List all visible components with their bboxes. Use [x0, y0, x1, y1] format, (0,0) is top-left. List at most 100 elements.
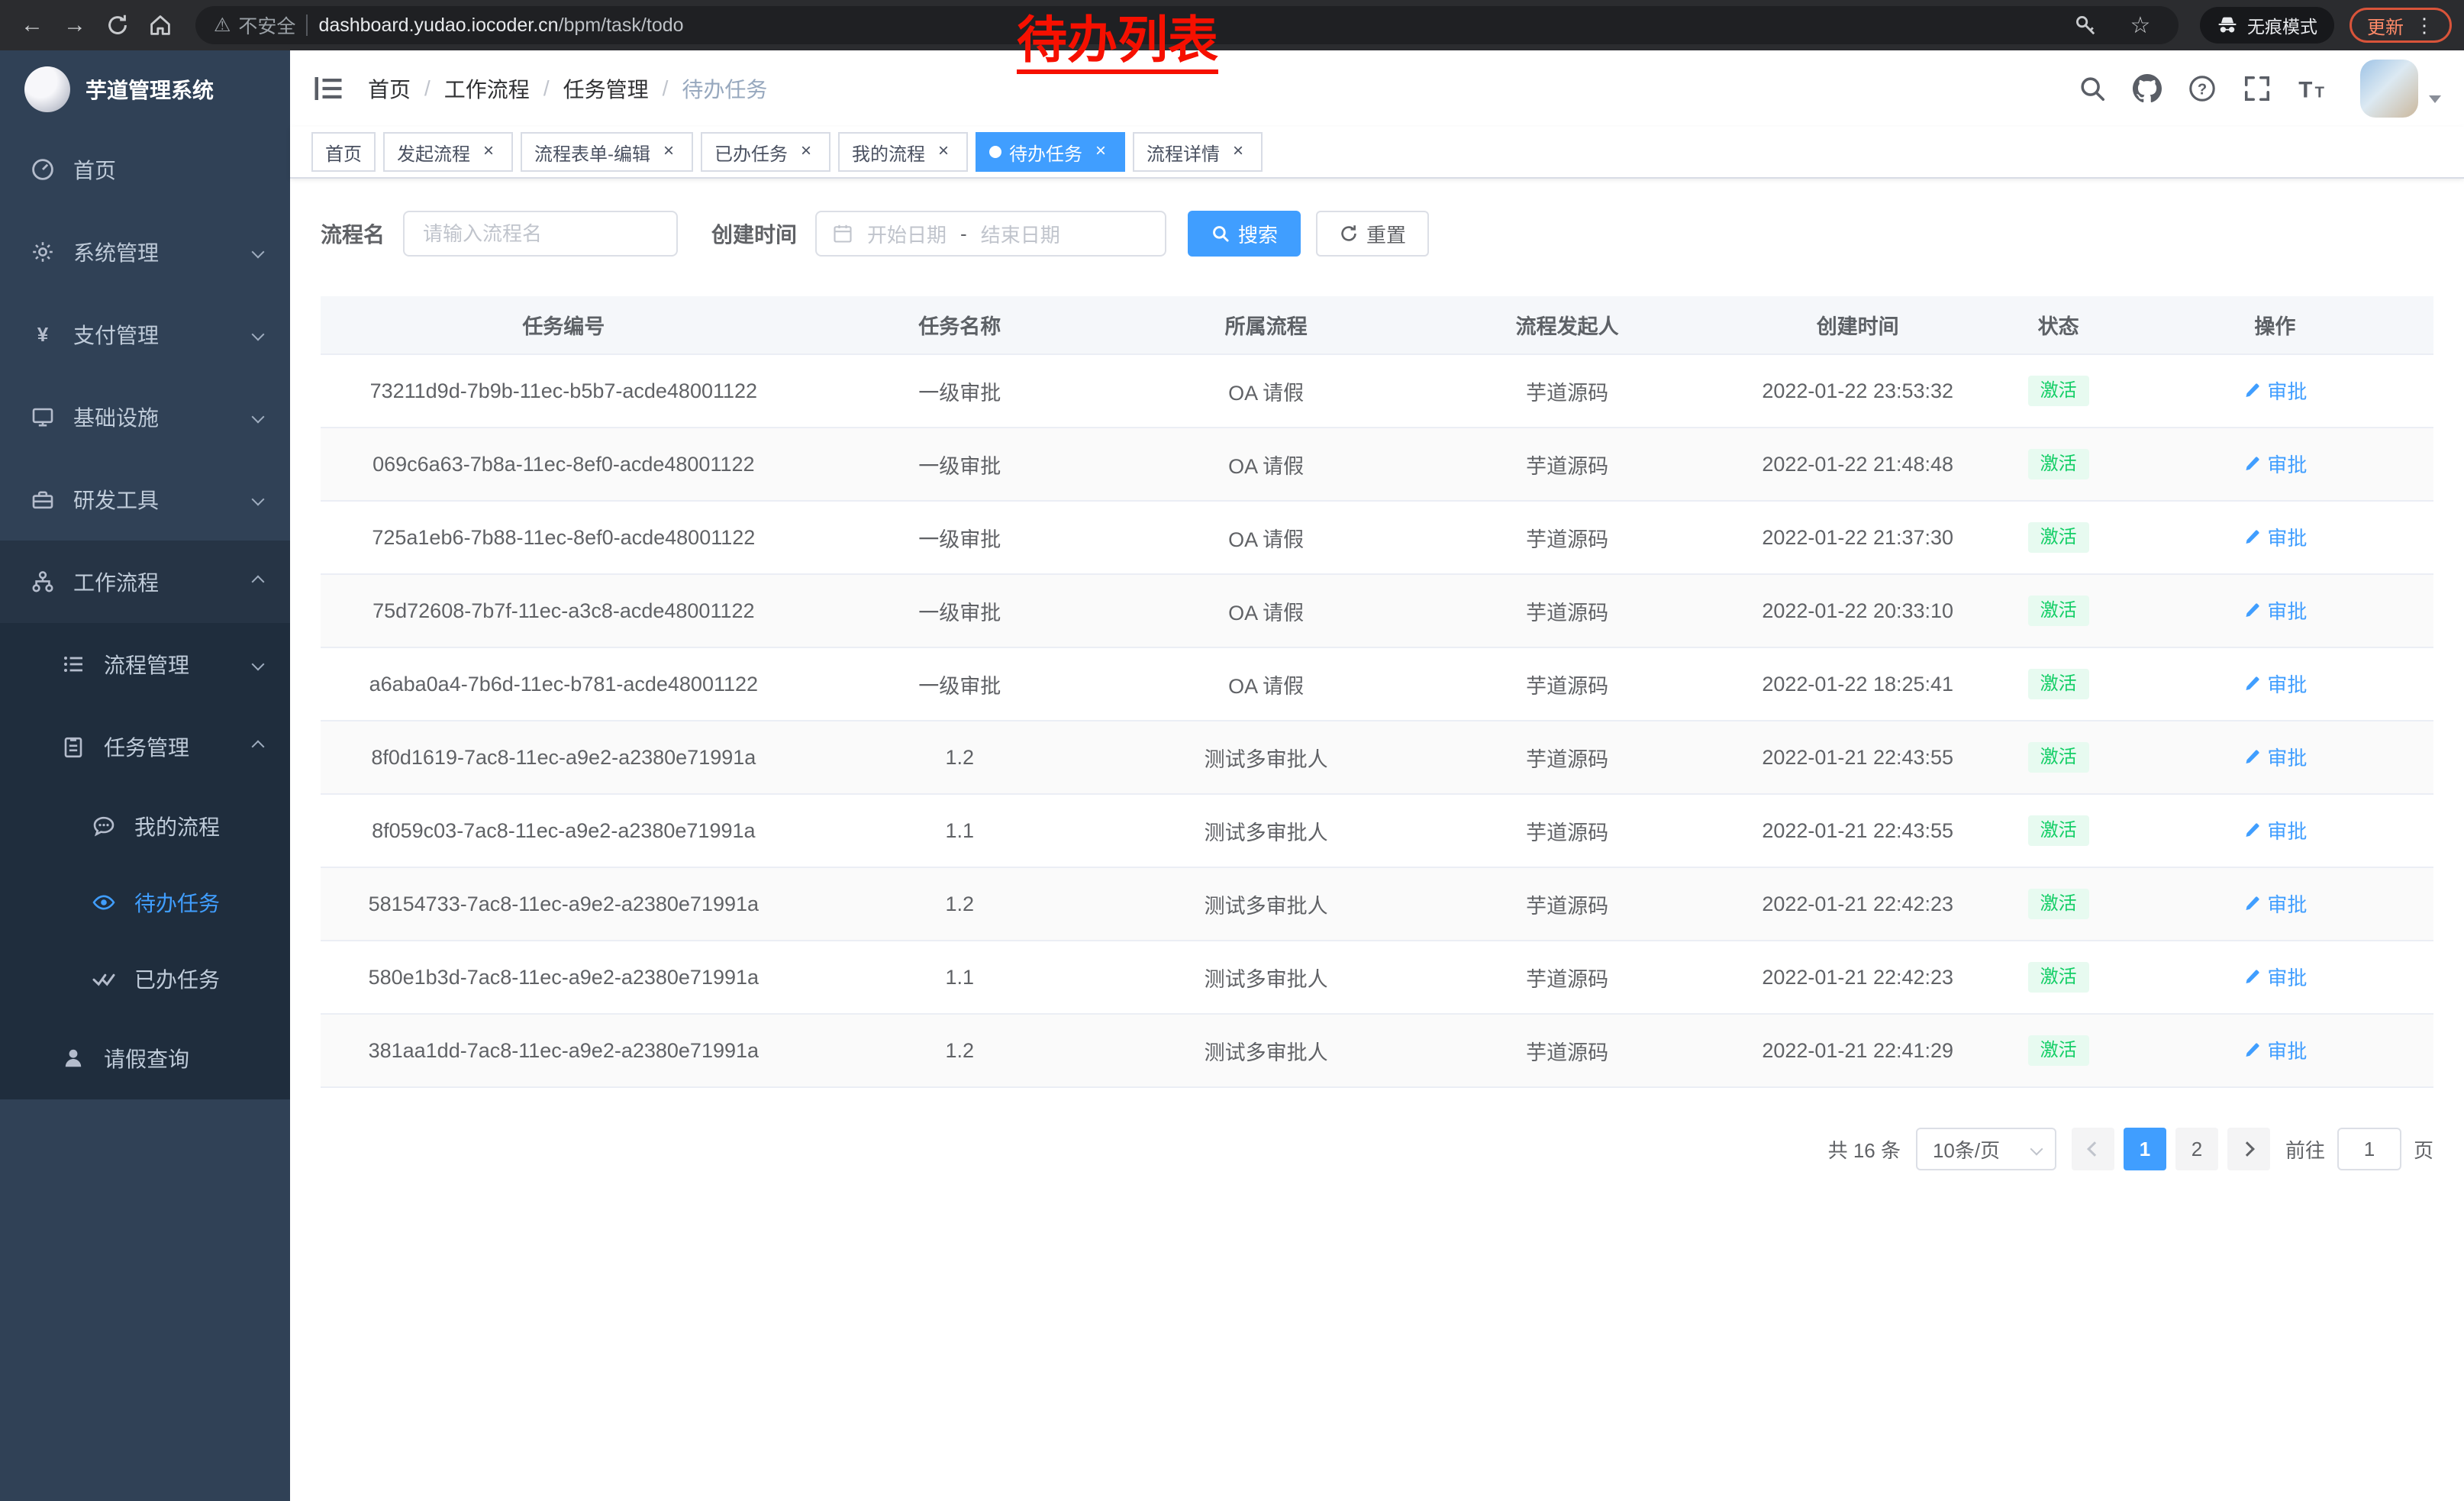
calendar-icon	[832, 223, 853, 244]
approve-link[interactable]: 审批	[2243, 1036, 2307, 1064]
breadcrumb-task-mgmt[interactable]: 任务管理	[563, 73, 649, 104]
sidebar-item-task-mgmt[interactable]: 任务管理	[0, 705, 290, 788]
fullscreen-icon[interactable]	[2243, 74, 2272, 103]
approve-link[interactable]: 审批	[2243, 743, 2307, 771]
sidebar-toggle-icon[interactable]	[313, 73, 343, 104]
approve-link[interactable]: 审批	[2243, 670, 2307, 698]
approve-link[interactable]: 审批	[2243, 450, 2307, 478]
process-name-input[interactable]	[403, 211, 678, 257]
cell-id: 725a1eb6-7b88-11ec-8ef0-acde48001122	[321, 501, 807, 574]
table-row: a6aba0a4-7b6d-11ec-b781-acde48001122一级审批…	[321, 647, 2433, 721]
avatar[interactable]	[2360, 60, 2418, 118]
page-body: 流程名 创建时间 开始日期 - 结束日期	[290, 179, 2464, 1501]
eye-icon	[92, 890, 116, 915]
cell-id: a6aba0a4-7b6d-11ec-b781-acde48001122	[321, 647, 807, 721]
table-header-row: 任务编号 任务名称 所属流程 流程发起人 创建时间 状态 操作	[321, 296, 2433, 354]
breadcrumb-home[interactable]: 首页	[368, 73, 411, 104]
page-button-2[interactable]: 2	[2175, 1128, 2218, 1170]
chrome-update-button[interactable]: 更新 ⋮	[2350, 8, 2452, 43]
chevron-down-icon	[252, 328, 265, 341]
status-badge: 激活	[2028, 742, 2089, 773]
reload-icon[interactable]	[98, 5, 137, 45]
sidebar-item-infra[interactable]: 基础设施	[0, 376, 290, 458]
next-page-button[interactable]	[2227, 1128, 2270, 1170]
sidebar-item-done-tasks[interactable]: 已办任务	[0, 941, 290, 1017]
tab-start-process[interactable]: 发起流程×	[383, 132, 513, 172]
github-icon[interactable]	[2133, 74, 2162, 103]
approve-link[interactable]: 审批	[2243, 816, 2307, 844]
page-button-1[interactable]: 1	[2124, 1128, 2166, 1170]
chevron-up-icon	[252, 576, 265, 589]
refresh-icon	[1339, 224, 1359, 244]
tab-my-process[interactable]: 我的流程×	[838, 132, 968, 172]
tab-done-tasks[interactable]: 已办任务×	[701, 132, 830, 172]
cell-initiator: 芋道源码	[1419, 867, 1715, 941]
close-icon[interactable]: ×	[1090, 141, 1111, 163]
status-badge: 激活	[2028, 962, 2089, 993]
cell-process: OA 请假	[1113, 428, 1419, 501]
sidebar-item-workflow[interactable]: 工作流程	[0, 541, 290, 623]
search-icon[interactable]	[2078, 74, 2107, 103]
breadcrumb-workflow[interactable]: 工作流程	[444, 73, 530, 104]
cell-status: 激活	[2001, 721, 2117, 794]
close-icon[interactable]: ×	[1227, 141, 1249, 163]
close-icon[interactable]: ×	[478, 141, 499, 163]
app-logo[interactable]: 芋道管理系统	[0, 50, 290, 128]
cell-action: 审批	[2117, 354, 2433, 428]
home-icon[interactable]	[140, 5, 180, 45]
close-icon[interactable]: ×	[795, 141, 817, 163]
pagination: 共 16 条 10条/页 1 2 前往 页	[321, 1128, 2433, 1170]
person-icon	[61, 1046, 85, 1070]
reset-button[interactable]: 重置	[1316, 211, 1429, 257]
sidebar-item-todo-tasks[interactable]: 待办任务	[0, 864, 290, 941]
page-size-select[interactable]: 10条/页	[1916, 1128, 2056, 1170]
close-icon[interactable]: ×	[658, 141, 679, 163]
tab-process-detail[interactable]: 流程详情×	[1133, 132, 1263, 172]
cell-action: 审批	[2117, 941, 2433, 1014]
tab-todo-tasks[interactable]: 待办任务×	[976, 132, 1125, 172]
date-range-picker[interactable]: 开始日期 - 结束日期	[815, 211, 1166, 257]
cell-initiator: 芋道源码	[1419, 501, 1715, 574]
user-menu[interactable]	[2360, 60, 2441, 118]
cell-initiator: 芋道源码	[1419, 721, 1715, 794]
cell-action: 审批	[2117, 794, 2433, 867]
svg-text:?: ?	[2198, 82, 2207, 98]
sidebar-item-leave-query[interactable]: 请假查询	[0, 1017, 290, 1099]
col-created: 创建时间	[1715, 296, 2001, 354]
goto-page-input[interactable]	[2337, 1128, 2401, 1170]
search-button[interactable]: 搜索	[1188, 211, 1301, 257]
edit-icon	[2243, 748, 2261, 767]
sidebar-item-system[interactable]: 系统管理	[0, 211, 290, 293]
process-name-label: 流程名	[321, 218, 385, 249]
security-status[interactable]: ⚠ 不安全	[214, 11, 295, 39]
sidebar-item-payment[interactable]: ¥ 支付管理	[0, 293, 290, 376]
prev-page-button[interactable]	[2072, 1128, 2114, 1170]
bookmark-star-icon[interactable]: ☆	[2121, 5, 2160, 45]
forward-icon[interactable]: →	[55, 5, 95, 45]
approve-link[interactable]: 审批	[2243, 963, 2307, 991]
approve-link[interactable]: 审批	[2243, 889, 2307, 918]
help-icon[interactable]: ?	[2188, 74, 2217, 103]
gear-icon	[31, 240, 55, 264]
cell-name: 一级审批	[807, 501, 1113, 574]
font-size-icon[interactable]: T T	[2298, 74, 2327, 103]
sidebar-item-devtools[interactable]: 研发工具	[0, 458, 290, 541]
close-icon[interactable]: ×	[933, 141, 954, 163]
approve-link[interactable]: 审批	[2243, 596, 2307, 625]
approve-link[interactable]: 审批	[2243, 523, 2307, 551]
cell-id: 580e1b3d-7ac8-11ec-a9e2-a2380e71991a	[321, 941, 807, 1014]
cell-process: 测试多审批人	[1113, 721, 1419, 794]
tabs-bar: 首页 发起流程× 流程表单-编辑× 已办任务× 我的流程× 待办任务× 流程详情…	[290, 127, 2464, 179]
sidebar-item-process-mgmt[interactable]: 流程管理	[0, 623, 290, 705]
password-key-icon[interactable]	[2066, 5, 2105, 45]
browser-menu-icon[interactable]: ⋮	[2414, 14, 2434, 37]
tab-home[interactable]: 首页	[311, 132, 376, 172]
tab-form-edit[interactable]: 流程表单-编辑×	[521, 132, 693, 172]
back-icon[interactable]: ←	[12, 5, 52, 45]
cell-name: 一级审批	[807, 574, 1113, 647]
cell-status: 激活	[2001, 941, 2117, 1014]
sidebar-item-home[interactable]: 首页	[0, 128, 290, 211]
sidebar-item-my-process[interactable]: 我的流程	[0, 788, 290, 864]
approve-link[interactable]: 审批	[2243, 376, 2307, 405]
workflow-submenu: 流程管理 任务管理	[0, 623, 290, 1099]
